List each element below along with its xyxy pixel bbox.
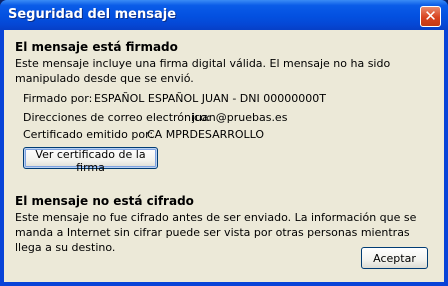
- issuer-value: CA MPRDESARROLLO: [147, 128, 265, 141]
- accept-button[interactable]: Aceptar: [361, 247, 428, 269]
- close-icon[interactable]: ✕: [420, 6, 441, 27]
- encryption-heading: El mensaje no está cifrado: [15, 194, 194, 208]
- issuer-label: Certificado emitido por:: [23, 128, 154, 141]
- email-label: Direcciones de correo electrónico:: [23, 111, 211, 124]
- email-value: juan@pruebas.es: [192, 111, 288, 124]
- signed-by-value: ESPAÑOL ESPAÑOL JUAN - DNI 00000000T: [94, 92, 326, 105]
- dialog-body: El mensaje está firmado Este mensaje inc…: [4, 30, 444, 282]
- message-security-dialog: Seguridad del mensaje ✕ El mensaje está …: [0, 0, 448, 286]
- title-bar[interactable]: Seguridad del mensaje ✕: [0, 0, 448, 30]
- window-title: Seguridad del mensaje: [8, 7, 177, 22]
- signed-description: Este mensaje incluye una firma digital v…: [15, 57, 391, 85]
- signed-heading: El mensaje está firmado: [15, 40, 178, 54]
- signed-by-label: Firmado por:: [23, 92, 93, 105]
- view-certificate-button[interactable]: Ver certificado de la firma: [23, 147, 158, 174]
